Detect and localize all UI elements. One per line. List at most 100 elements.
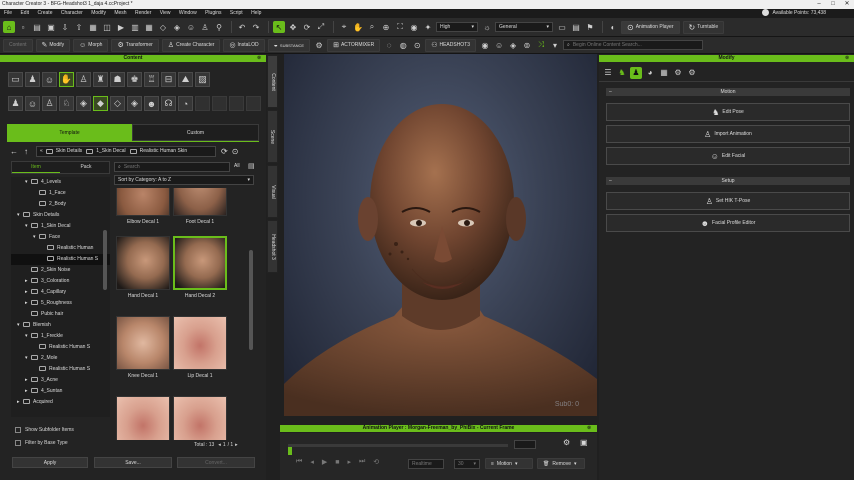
hs-tool2-icon[interactable]: ☺ <box>493 39 505 51</box>
filter-all[interactable]: All <box>234 163 240 169</box>
animation-player-button[interactable]: ⊙ Animation Player <box>621 20 680 34</box>
hs-tool3-icon[interactable]: ◈ <box>507 39 519 51</box>
orbit-icon[interactable]: ⊕ <box>380 21 392 33</box>
tree-item[interactable]: 2_Body <box>11 199 110 210</box>
close-icon[interactable]: ⊗ <box>587 425 591 431</box>
apply-button[interactable]: Apply <box>12 457 88 468</box>
fit-icon[interactable]: ⛶ <box>394 21 406 33</box>
grid-icon[interactable]: ▦ <box>143 21 155 33</box>
mixer-tool2-icon[interactable]: ◍ <box>397 39 409 51</box>
redo-icon[interactable]: ↷ <box>250 21 262 33</box>
capture-icon[interactable]: ▣ <box>580 438 588 447</box>
content-search-input[interactable]: ⌕ Search <box>114 162 230 172</box>
content-thumbnail[interactable] <box>173 316 227 370</box>
hs-tool-icon[interactable]: ◉ <box>479 39 491 51</box>
breadcrumb-item[interactable]: 1_Skin Decal <box>96 148 125 154</box>
mixer-tool-icon[interactable]: ◌ <box>383 39 395 51</box>
head-icon[interactable]: ☺ <box>185 21 197 33</box>
screenshot-icon[interactable]: ◫ <box>101 21 113 33</box>
light-icon[interactable]: ✦ <box>422 21 434 33</box>
first-frame-icon[interactable]: ⏮ <box>296 458 302 466</box>
rotate-icon[interactable]: ⟳ <box>301 21 313 33</box>
tree-item[interactable]: ▸ 3_Acne <box>11 375 110 386</box>
project-icon[interactable]: ▭ <box>8 72 23 87</box>
create-character-button[interactable]: ♙ Create Character <box>161 38 221 52</box>
tree-scrollbar[interactable] <box>103 230 107 290</box>
maximize-button[interactable]: □ <box>826 0 840 9</box>
subtab-pack[interactable]: Pack <box>62 162 110 173</box>
mixer-tool3-icon[interactable]: ⊙ <box>411 39 423 51</box>
texture-icon[interactable]: ▦ <box>658 67 670 79</box>
save-icon[interactable]: ▣ <box>45 21 57 33</box>
material-icon[interactable]: ◕ <box>644 67 656 79</box>
side-tab-scene[interactable]: Scene <box>267 110 278 163</box>
scene-icon[interactable]: ⛰ <box>178 72 193 87</box>
hair-icon[interactable]: ☗ <box>110 72 125 87</box>
skin-icon[interactable]: ✋ <box>59 72 74 87</box>
content-thumbnail[interactable] <box>173 396 227 440</box>
tree-item[interactable]: Realistic Human S <box>11 364 110 375</box>
set-hik-tpose-button[interactable]: ♙ Set HIK T-Pose <box>606 192 850 210</box>
fps-dropdown[interactable]: 30 ▾ <box>454 459 480 469</box>
content-thumbnail[interactable] <box>173 188 227 216</box>
menu-script[interactable]: Script <box>230 10 243 16</box>
frame-input[interactable] <box>514 440 536 449</box>
hd-icon[interactable]: ▤ <box>570 21 582 33</box>
tree-item[interactable]: ▾ Face <box>11 232 110 243</box>
close-icon[interactable]: ⊗ <box>257 55 261 61</box>
settings-icon[interactable]: ⚙ <box>313 39 325 51</box>
side-tab-content[interactable]: Content <box>267 55 278 108</box>
available-points[interactable]: Available Points: 73,438 <box>762 9 826 18</box>
side-tab-visual[interactable]: Visual <box>267 165 278 218</box>
tree-item[interactable]: ▸ Acquired <box>11 397 110 408</box>
pipe-icon[interactable]: ⤨ <box>535 39 547 51</box>
import-icon[interactable]: ⇩ <box>59 21 71 33</box>
content-thumbnail[interactable] <box>116 236 170 290</box>
tree-item[interactable]: 1_Face <box>11 188 110 199</box>
setup-section-header[interactable]: – Setup <box>606 177 850 185</box>
timeline-playhead[interactable] <box>288 447 292 455</box>
tree-item[interactable]: ▸ 5_Roughness <box>11 298 110 309</box>
back-icon[interactable]: ← <box>10 147 18 156</box>
visual-icon[interactable]: ⚙ <box>672 67 684 79</box>
pose-icon[interactable]: ♞ <box>616 67 628 79</box>
page-number[interactable]: 1 <box>223 442 226 448</box>
cloth-icon[interactable]: ⚲ <box>213 21 225 33</box>
online-search-input[interactable]: ⌕ Begin Online Content Search... <box>563 40 704 50</box>
turntable-button[interactable]: ↻ Turntable <box>682 20 725 34</box>
menu-edit[interactable]: Edit <box>20 10 29 16</box>
actormixer-button[interactable]: ⊞ ACTORMIXER <box>327 38 381 52</box>
pan-icon[interactable]: ✋ <box>352 21 364 33</box>
prev-page-icon[interactable]: ◂ <box>218 442 221 448</box>
home-icon[interactable]: ⌂ <box>3 21 15 33</box>
chevron-down-icon[interactable]: ▾ <box>549 39 561 51</box>
motion-button[interactable]: ≡ Motion ▾ <box>485 458 533 469</box>
motion-section-header[interactable]: – Motion <box>606 88 850 96</box>
document-icon[interactable]: ▤ <box>248 162 255 170</box>
tree-item[interactable]: ▾ 1_Skin Decal <box>11 221 110 232</box>
timeline-track[interactable] <box>288 444 508 447</box>
tree-item[interactable]: Pubic hair <box>11 309 110 320</box>
select-icon[interactable]: ↖ <box>273 21 285 33</box>
content-tool-button[interactable]: Content <box>3 38 33 52</box>
facial-profile-editor-button[interactable]: ☻ Facial Profile Editor <box>606 214 850 232</box>
loop-icon[interactable]: ⟲ <box>373 458 379 466</box>
menu-window[interactable]: Window <box>179 10 197 16</box>
minimize-button[interactable]: – <box>812 0 826 9</box>
layout-icon[interactable]: ▥ <box>129 21 141 33</box>
skin-leg-icon[interactable]: ♘ <box>59 96 74 111</box>
cloth-icon[interactable]: ♜ <box>93 72 108 87</box>
open-project-icon[interactable]: ▤ <box>31 21 43 33</box>
subtab-item[interactable]: Item <box>12 162 60 173</box>
realtime-dropdown[interactable]: Realtime <box>408 459 444 469</box>
tree-item[interactable]: Realistic Human S <box>11 254 110 265</box>
hs-tool4-icon[interactable]: ⊚ <box>521 39 533 51</box>
tree-item[interactable]: ▾ 1_Freckle <box>11 331 110 342</box>
viewport-3d[interactable]: Sub0: 0 <box>284 54 597 416</box>
camera-icon[interactable]: ⌖ <box>338 21 350 33</box>
last-frame-icon[interactable]: ⏭ <box>359 458 365 466</box>
morph-icon[interactable]: ♙ <box>76 72 91 87</box>
menu-character[interactable]: Character <box>61 10 83 16</box>
menu-view[interactable]: View <box>160 10 171 16</box>
motion-icon[interactable]: ⊟ <box>161 72 176 87</box>
